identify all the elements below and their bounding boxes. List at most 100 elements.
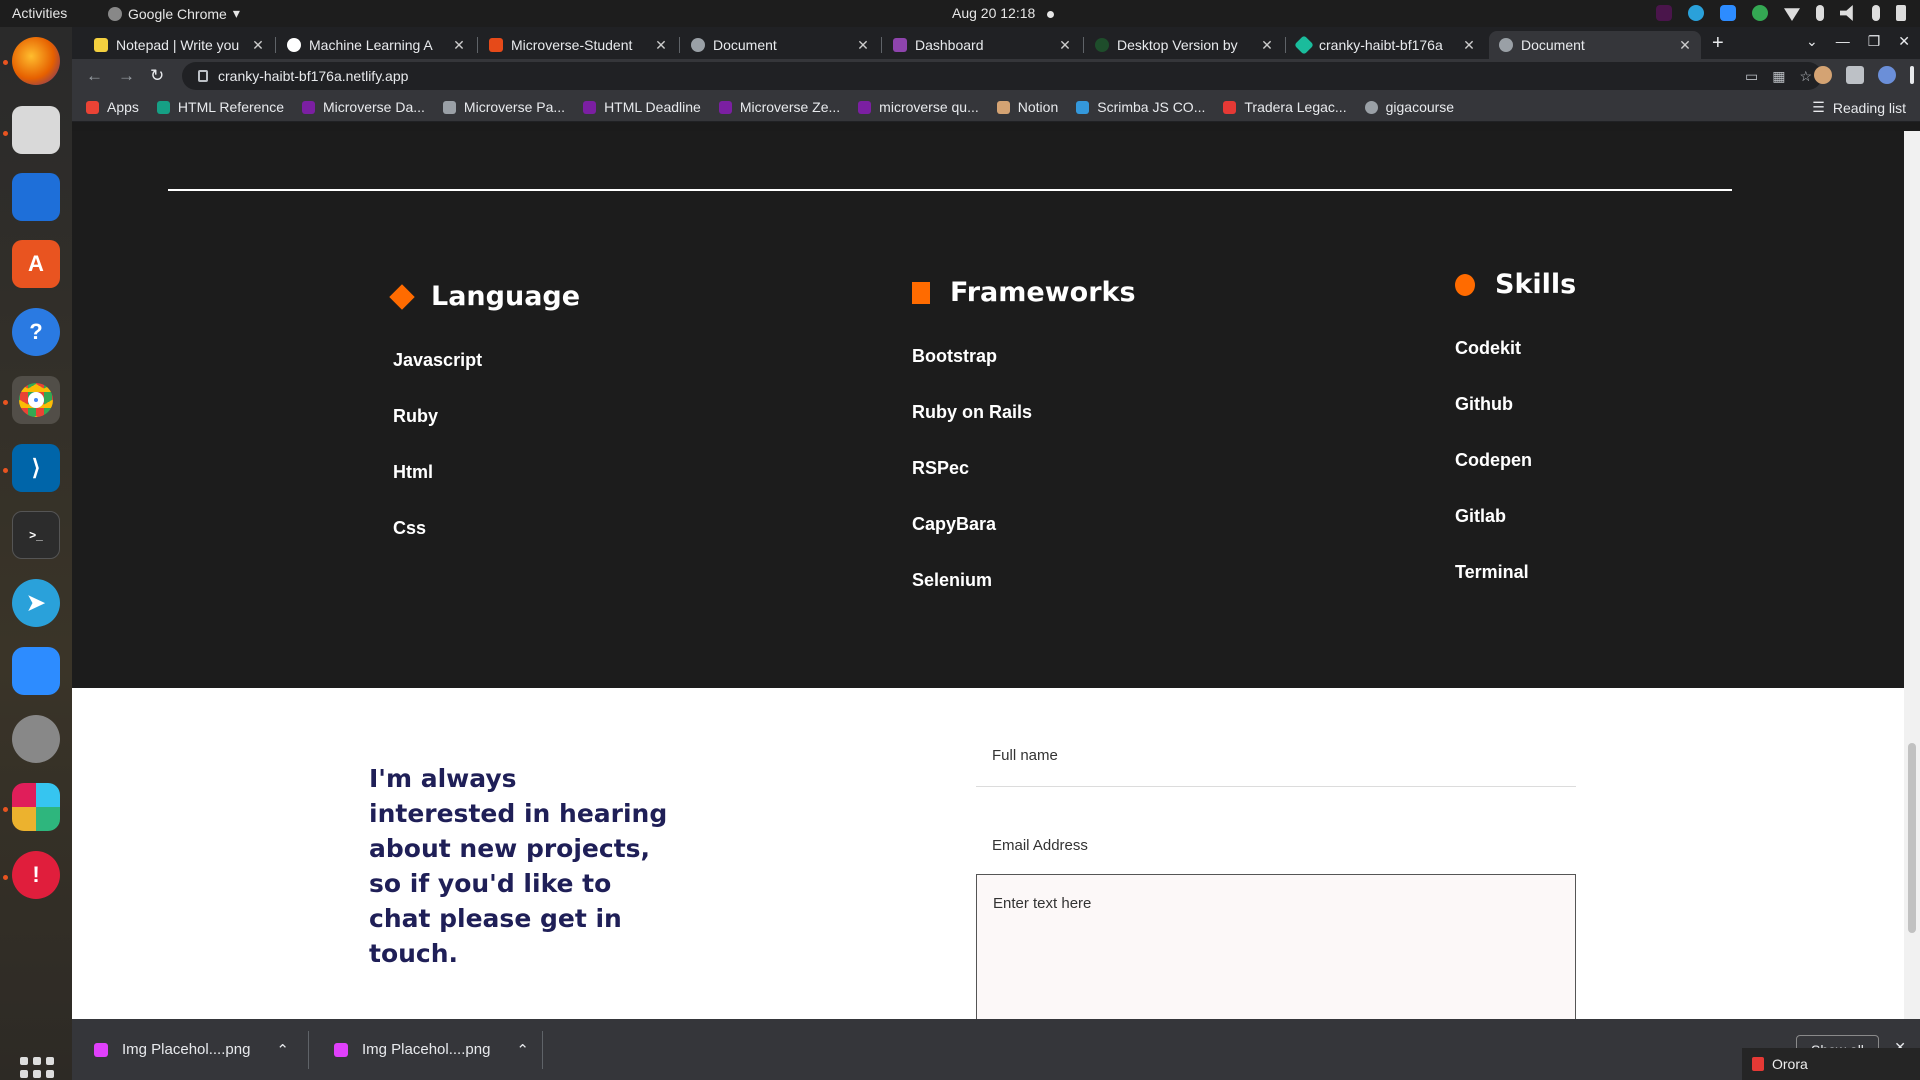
bookmark-label: Microverse Da... bbox=[323, 99, 425, 115]
forward-icon[interactable]: → bbox=[118, 66, 135, 86]
close-icon[interactable]: ✕ bbox=[1057, 37, 1073, 54]
bookmark-star-icon[interactable]: ☆ bbox=[1799, 68, 1812, 85]
tab-search-icon[interactable]: ⌄ bbox=[1806, 33, 1818, 50]
address-bar[interactable]: cranky-haibt-bf176a.netlify.app ▭ ▦ ☆ bbox=[182, 62, 1822, 90]
qr-icon[interactable]: ▦ bbox=[1772, 68, 1785, 85]
telegram-icon[interactable]: ➤ bbox=[12, 579, 60, 627]
tab-active[interactable]: Document ✕ bbox=[1489, 31, 1701, 59]
activities-button[interactable]: Activities bbox=[12, 5, 67, 21]
new-tab-button[interactable]: + bbox=[1712, 32, 1724, 55]
bookmark-label: Notion bbox=[1017, 99, 1059, 115]
scrollbar-thumb[interactable] bbox=[1908, 743, 1916, 933]
reload-icon[interactable]: ↻ bbox=[150, 66, 164, 86]
tab-label: Desktop Version by bbox=[1117, 37, 1238, 53]
reading-list-button[interactable]: ☰ Reading list bbox=[1812, 99, 1906, 116]
bookmark-item[interactable]: Microverse Pa... bbox=[442, 99, 565, 115]
close-icon[interactable]: ✕ bbox=[653, 37, 669, 54]
running-indicator bbox=[3, 60, 8, 65]
bookmark-item[interactable]: Notion bbox=[996, 99, 1059, 115]
slack-icon[interactable] bbox=[12, 783, 60, 831]
files-icon[interactable] bbox=[12, 106, 60, 154]
cast-icon[interactable]: ▭ bbox=[1745, 68, 1758, 85]
firefox-icon[interactable] bbox=[12, 37, 60, 85]
tab[interactable]: cranky-haibt-bf176a ✕ bbox=[1287, 31, 1485, 59]
close-icon[interactable]: ✕ bbox=[1677, 37, 1693, 54]
column-title: Language bbox=[431, 281, 581, 312]
bookmark-item[interactable]: Tradera Legac... bbox=[1223, 99, 1347, 115]
maximize-icon[interactable]: ❐ bbox=[1868, 33, 1881, 50]
tab-favicon-icon bbox=[94, 38, 108, 52]
tab[interactable]: Machine Learning A ✕ bbox=[277, 31, 475, 59]
puzzle-icon[interactable] bbox=[1846, 66, 1864, 84]
diamond-bullet-icon bbox=[389, 283, 415, 310]
tab-separator bbox=[1285, 37, 1286, 53]
tab[interactable]: Microverse-Student ✕ bbox=[479, 31, 677, 59]
bookmark-favicon-icon bbox=[996, 100, 1010, 114]
close-window-icon[interactable]: ✕ bbox=[1898, 33, 1910, 50]
tab-favicon-icon bbox=[1294, 35, 1314, 55]
tab-label: Machine Learning A bbox=[309, 37, 433, 53]
tab-favicon-icon bbox=[1095, 38, 1109, 52]
slack-tray-icon bbox=[1656, 5, 1672, 21]
software-center-icon[interactable]: A bbox=[12, 240, 60, 288]
bookmark-item[interactable]: Microverse Da... bbox=[302, 99, 425, 115]
bluetooth-icon bbox=[1816, 5, 1824, 21]
bookmark-item[interactable]: HTML Deadline bbox=[583, 99, 701, 115]
tab[interactable]: Notepad | Write you ✕ bbox=[84, 31, 274, 59]
bookmarks-bar: Apps HTML Reference Microverse Da... Mic… bbox=[72, 93, 1920, 122]
terminal-icon[interactable]: >_ bbox=[12, 511, 60, 559]
tab[interactable]: Desktop Version by ✕ bbox=[1085, 31, 1283, 59]
language-column: Language Javascript Ruby Html Css bbox=[389, 281, 581, 574]
bookmark-favicon-icon bbox=[718, 100, 732, 114]
disk-icon[interactable] bbox=[12, 715, 60, 763]
close-icon[interactable]: ✕ bbox=[451, 37, 467, 54]
column-heading: Skills bbox=[1455, 269, 1576, 300]
close-icon[interactable]: ✕ bbox=[855, 37, 871, 54]
close-icon[interactable]: ✕ bbox=[250, 37, 266, 54]
skills-list: Codekit Github Codepen Gitlab Terminal bbox=[1455, 338, 1576, 618]
close-icon[interactable]: ✕ bbox=[1259, 37, 1275, 54]
omnibox-actions: ▭ ▦ ☆ bbox=[1745, 62, 1812, 90]
tab[interactable]: Document ✕ bbox=[681, 31, 879, 59]
chevron-up-icon[interactable]: ⌃ bbox=[516, 1041, 529, 1059]
zoom-tray-icon bbox=[1720, 5, 1736, 21]
email-field[interactable]: Email Address bbox=[976, 837, 1576, 877]
close-icon[interactable]: ✕ bbox=[1461, 37, 1477, 54]
writer-icon[interactable] bbox=[12, 173, 60, 221]
message-textarea[interactable]: Enter text here bbox=[976, 874, 1576, 1019]
app-menu[interactable]: Google Chrome ▾ bbox=[108, 5, 240, 22]
download-item[interactable]: Img Placehol....png ⌃ bbox=[312, 1019, 542, 1080]
chevron-up-icon[interactable]: ⌃ bbox=[276, 1041, 289, 1059]
bookmark-item[interactable]: HTML Reference bbox=[156, 99, 284, 115]
help-icon[interactable]: ? bbox=[12, 308, 60, 356]
minimize-icon[interactable]: — bbox=[1836, 33, 1850, 50]
kebab-menu-icon[interactable] bbox=[1910, 66, 1914, 84]
notification-popup[interactable]: Orora bbox=[1742, 1048, 1920, 1080]
bookmark-item[interactable]: Apps bbox=[86, 99, 139, 115]
clock[interactable]: Aug 20 12:18 bbox=[952, 5, 1055, 21]
system-tray[interactable] bbox=[1656, 5, 1906, 21]
tab-label: Notepad | Write you bbox=[116, 37, 240, 53]
tab[interactable]: Dashboard ✕ bbox=[883, 31, 1081, 59]
list-item: Terminal bbox=[1455, 562, 1529, 582]
bookmark-favicon-icon bbox=[1076, 100, 1090, 114]
page-scrollbar[interactable] bbox=[1904, 131, 1920, 1019]
bookmark-item[interactable]: microverse qu... bbox=[858, 99, 979, 115]
image-file-icon bbox=[334, 1042, 348, 1057]
lock-icon[interactable] bbox=[198, 70, 208, 82]
extension-icon[interactable] bbox=[1814, 66, 1832, 84]
download-item[interactable]: Img Placehol....png ⌃ bbox=[72, 1019, 302, 1080]
vscode-icon[interactable]: ⟩ bbox=[12, 444, 60, 492]
bookmark-item[interactable]: Scrimba JS CO... bbox=[1076, 99, 1205, 115]
full-name-field[interactable]: Full name bbox=[976, 747, 1576, 787]
bookmark-item[interactable]: Microverse Ze... bbox=[718, 99, 840, 115]
show-applications-icon[interactable] bbox=[20, 1057, 54, 1080]
list-item: Codekit bbox=[1455, 338, 1522, 358]
chrome-dock-icon[interactable] bbox=[12, 376, 60, 424]
reading-list-label: Reading list bbox=[1832, 99, 1906, 116]
alert-app-icon[interactable]: ! bbox=[12, 851, 60, 899]
zoom-icon[interactable] bbox=[12, 647, 60, 695]
avatar[interactable] bbox=[1878, 66, 1896, 84]
back-icon[interactable]: ← bbox=[86, 66, 103, 86]
bookmark-item[interactable]: gigacourse bbox=[1364, 99, 1454, 115]
